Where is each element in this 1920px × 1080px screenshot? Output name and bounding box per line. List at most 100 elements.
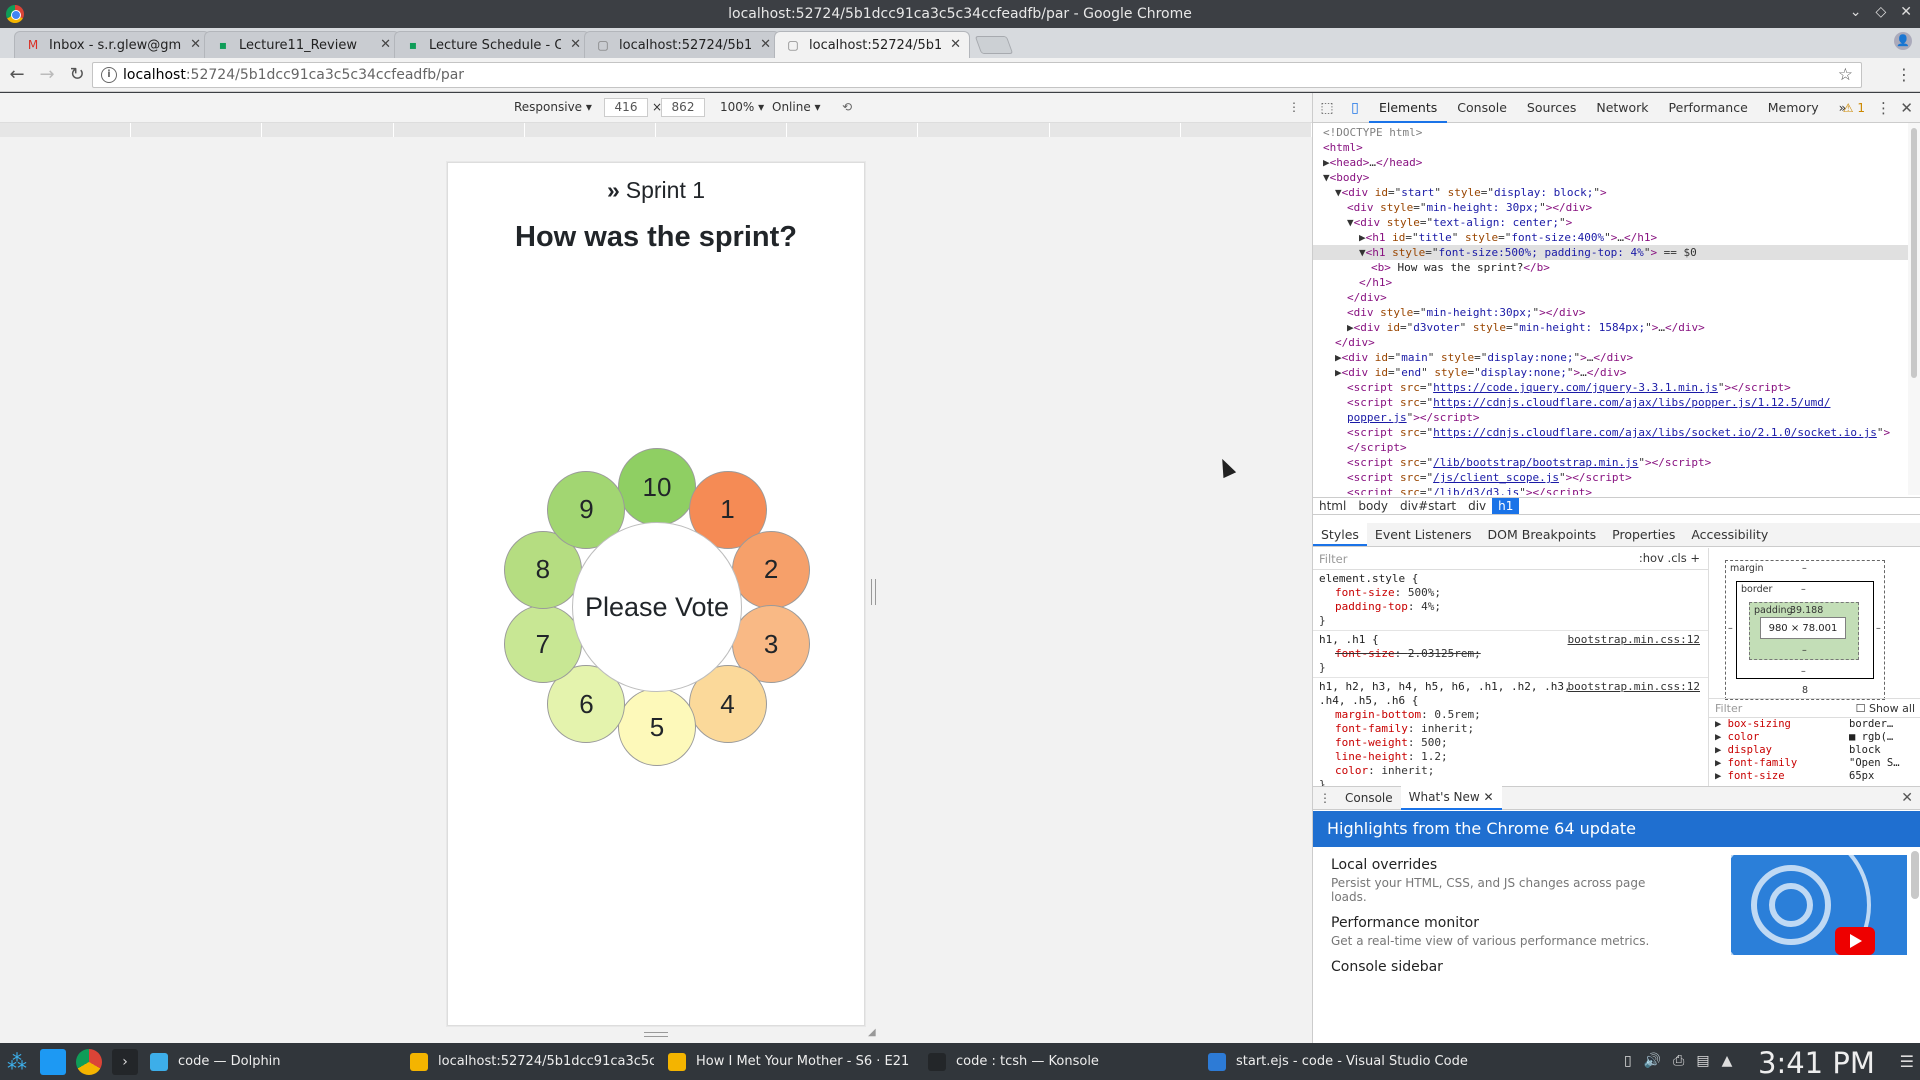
bookmark-star-icon[interactable]: ☆	[1838, 65, 1853, 85]
rotate-icon[interactable]: ⟲	[842, 100, 852, 114]
computed-property[interactable]: ▶ color ■ rgb(…	[1709, 731, 1920, 744]
breadcrumb-item[interactable]: html	[1313, 498, 1352, 514]
device-width-input[interactable]: 416	[604, 98, 648, 117]
whats-new-item[interactable]: Console sidebar	[1331, 959, 1443, 975]
maximize-button[interactable]: ◇	[1875, 4, 1886, 20]
dom-node[interactable]: <script src="https://cdnjs.cloudflare.co…	[1313, 395, 1909, 410]
app-launcher-icon[interactable]: ⁂	[4, 1049, 30, 1075]
media-query-bar[interactable]	[0, 123, 1313, 137]
css-declaration[interactable]: color: inherit;	[1319, 764, 1702, 778]
css-declaration[interactable]: font-weight: 500;	[1319, 736, 1702, 750]
dom-node[interactable]: </div>	[1313, 335, 1909, 350]
close-tab-icon[interactable]: ✕	[1484, 790, 1494, 804]
dom-node[interactable]: <!DOCTYPE html>	[1313, 125, 1909, 140]
dom-node[interactable]: <script src="https://code.jquery.com/jqu…	[1313, 380, 1909, 395]
css-rule[interactable]: element.style {font-size: 500%; padding-t…	[1313, 570, 1708, 631]
close-tab-icon[interactable]: ✕	[760, 37, 771, 52]
info-icon[interactable]: i	[101, 67, 117, 83]
browser-tab[interactable]: M Inbox - s.r.glew@gma ✕	[14, 31, 210, 58]
dom-node[interactable]: <div style="min-height:30px;"></div>	[1313, 305, 1909, 320]
dom-node[interactable]: <script src="/lib/d3/d3.js"></script>	[1313, 485, 1909, 495]
drawer-close-icon[interactable]: ✕	[1901, 790, 1913, 806]
reload-icon[interactable]: ↻	[64, 64, 90, 85]
dom-node[interactable]: popper.js"></script>	[1313, 410, 1909, 425]
browser-tab[interactable]: ▪ Lecture11_Review ✕	[204, 31, 400, 58]
subtab-styles[interactable]: Styles	[1313, 523, 1367, 546]
css-declaration[interactable]: margin-bottom: 0.5rem;	[1319, 708, 1702, 722]
dom-node[interactable]: ▼<h1 style="font-size:500%; padding-top:…	[1313, 245, 1909, 260]
video-thumbnail[interactable]	[1731, 855, 1907, 955]
vote-option-10[interactable]: 10	[618, 448, 696, 526]
expand-tray-icon[interactable]: ▲	[1722, 1053, 1733, 1069]
vote-option-5[interactable]: 5	[618, 688, 696, 766]
dom-node[interactable]: <html>	[1313, 140, 1909, 155]
device-mode-select[interactable]: Responsive ▾	[514, 100, 592, 114]
hov-cls-controls[interactable]: :hov .cls +	[1639, 551, 1700, 565]
dom-node[interactable]: <script src="/js/client_scope.js"></scri…	[1313, 470, 1909, 485]
browser-tab[interactable]: ▢ localhost:52724/5b1dc ✕	[584, 31, 780, 58]
close-tab-icon[interactable]: ✕	[380, 37, 391, 52]
css-declaration[interactable]: line-height: 1.2;	[1319, 750, 1702, 764]
dom-node[interactable]: <script src="https://cdnjs.cloudflare.co…	[1313, 425, 1909, 440]
inspect-element-icon[interactable]: ⬚	[1313, 100, 1341, 116]
devtools-close-icon[interactable]: ✕	[1900, 99, 1913, 117]
subtab-accessibility[interactable]: Accessibility	[1683, 523, 1776, 546]
styles-filter-input[interactable]: Filter :hov .cls +	[1313, 548, 1708, 570]
printer-icon[interactable]: ⎙	[1673, 1053, 1684, 1069]
devtools-tab-sources[interactable]: Sources	[1517, 93, 1586, 123]
dom-node[interactable]: </div>	[1313, 290, 1909, 305]
minimize-button[interactable]: ⌄	[1850, 4, 1862, 20]
file-manager-launcher-icon[interactable]	[40, 1049, 66, 1075]
computed-property[interactable]: ▶ font-size 65px	[1709, 770, 1920, 783]
taskbar-task[interactable]: How I Met Your Mother - S6 · E21 - ...	[662, 1046, 912, 1077]
devtools-tab-console[interactable]: Console	[1447, 93, 1517, 123]
volume-icon[interactable]: 🔊	[1644, 1053, 1661, 1069]
css-rule[interactable]: h1, .h1 {bootstrap.min.css:12 font-size: …	[1313, 631, 1708, 678]
zoom-select[interactable]: 100% ▾	[720, 100, 764, 114]
devtools-tab-elements[interactable]: Elements	[1369, 93, 1448, 123]
vote-option-7[interactable]: 7	[503, 605, 582, 684]
computed-property[interactable]: ▶ box-sizing border…	[1709, 718, 1920, 731]
computed-property[interactable]: ▶ font-family "Open S…	[1709, 757, 1920, 770]
devtools-tab-performance[interactable]: Performance	[1659, 93, 1758, 123]
device-resize-handle-right[interactable]	[871, 579, 876, 605]
close-tab-icon[interactable]: ✕	[570, 37, 581, 52]
dom-node[interactable]: ▶<div id="main" style="display:none;">…<…	[1313, 350, 1909, 365]
computed-filter-input[interactable]: Filter ☐ Show all	[1709, 698, 1920, 718]
dom-node[interactable]: ▶<h1 id="title" style="font-size:400%">……	[1313, 230, 1909, 245]
clipboard-icon[interactable]: ▤	[1696, 1053, 1709, 1069]
address-bar[interactable]: i localhost :52724/5b1dcc91ca3c5c34ccfea…	[92, 62, 1862, 88]
breadcrumb-item[interactable]: body	[1352, 498, 1394, 514]
subtab-properties[interactable]: Properties	[1604, 523, 1683, 546]
whats-new-item[interactable]: Local overrides Persist your HTML, CSS, …	[1331, 857, 1661, 904]
taskbar-task[interactable]: localhost:52724/5b1dcc91ca3c5c34...	[404, 1046, 654, 1077]
youtube-play-icon[interactable]	[1835, 927, 1875, 955]
whats-new-scrollbar[interactable]	[1911, 851, 1919, 899]
taskbar-task[interactable]: code — Dolphin	[144, 1046, 394, 1077]
dom-node[interactable]: </h1>	[1313, 275, 1909, 290]
device-resize-corner[interactable]: ◢	[868, 1027, 876, 1038]
css-rule[interactable]: h1, h2, h3, h4, h5, h6, .h1, .h2, .h3, .…	[1313, 678, 1708, 786]
dom-node[interactable]: </script>	[1313, 440, 1909, 455]
dom-node[interactable]: <div style="min-height: 30px;"></div>	[1313, 200, 1909, 215]
close-tab-icon[interactable]: ✕	[190, 37, 201, 52]
devtools-tab-memory[interactable]: Memory	[1758, 93, 1829, 123]
css-declaration[interactable]: padding-top: 4%;	[1319, 600, 1702, 614]
css-declaration[interactable]: font-family: inherit;	[1319, 722, 1702, 736]
drawer-tab-console[interactable]: Console	[1337, 787, 1401, 809]
clock[interactable]: 3:41 PM	[1758, 1046, 1875, 1080]
dom-node[interactable]: ▶<div id="d3voter" style="min-height: 15…	[1313, 320, 1909, 335]
devtools-tab-network[interactable]: Network	[1586, 93, 1658, 123]
battery-icon[interactable]: ▯	[1624, 1053, 1632, 1069]
profile-icon[interactable]: 👤	[1894, 32, 1912, 50]
drawer-menu-icon[interactable]: ⋮	[1313, 791, 1337, 805]
subtab-event-listeners[interactable]: Event Listeners	[1367, 523, 1480, 546]
stylesheet-link[interactable]: bootstrap.min.css:12	[1568, 633, 1700, 647]
taskbar-task[interactable]: start.ejs - code - Visual Studio Code	[1202, 1046, 1502, 1077]
css-declaration[interactable]: font-size: 500%;	[1319, 586, 1702, 600]
network-throttle-select[interactable]: Online ▾	[772, 100, 821, 114]
breadcrumb-item[interactable]: div#start	[1394, 498, 1462, 514]
dom-node[interactable]: <b> How was the sprint?</b>	[1313, 260, 1909, 275]
taskbar-task[interactable]: code : tcsh — Konsole	[922, 1046, 1192, 1077]
dom-node[interactable]: ▶<div id="end" style="display:none;">…</…	[1313, 365, 1909, 380]
